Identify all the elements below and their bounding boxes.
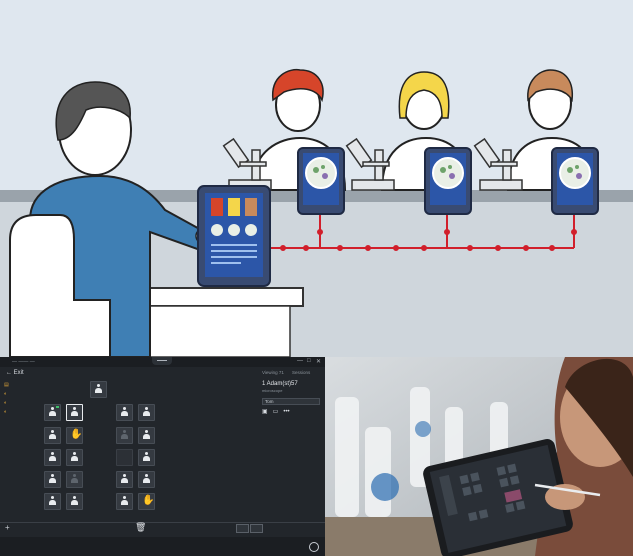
- group-icon[interactable]: ◐: [4, 391, 14, 397]
- person-icon: [49, 496, 56, 506]
- person-icon: [143, 407, 150, 417]
- person-icon: [71, 496, 78, 506]
- person-icon: [71, 407, 78, 417]
- tab-viewing[interactable]: Viewing 71: [262, 370, 284, 375]
- person-icon: [49, 452, 56, 462]
- layout-icon[interactable]: ▤: [4, 382, 14, 388]
- person-icon: [49, 407, 56, 417]
- person-icon: [71, 474, 78, 484]
- student-seat[interactable]: [116, 493, 133, 510]
- drag-handle[interactable]: [152, 357, 172, 365]
- screen-icon[interactable]: ▣: [262, 409, 268, 415]
- student-seat[interactable]: [138, 449, 155, 466]
- maximize-button[interactable]: □: [307, 358, 311, 364]
- student-seat[interactable]: [66, 493, 83, 510]
- student-seat[interactable]: [44, 471, 61, 488]
- student-seat[interactable]: [44, 449, 61, 466]
- tablet-photo: [325, 357, 633, 556]
- student-tablet-1: [297, 147, 345, 215]
- group-icon[interactable]: ◐: [4, 409, 14, 415]
- title-bar: — —— — — □ ✕: [0, 357, 325, 367]
- person-icon: [49, 474, 56, 484]
- person-icon: [121, 496, 128, 506]
- person-icon: [121, 474, 128, 484]
- status-bar: [0, 537, 325, 556]
- classroom-scene: [0, 0, 633, 357]
- student-tablet-3: [551, 147, 599, 215]
- student-tablet-2: [424, 147, 472, 215]
- student-subtitle: microscope: [262, 388, 283, 393]
- settings-circle-button[interactable]: [309, 542, 319, 552]
- student-seat[interactable]: [138, 404, 155, 421]
- student-seat[interactable]: [116, 471, 133, 488]
- student-seat[interactable]: [44, 493, 61, 510]
- tab-sessions[interactable]: Sessions: [292, 370, 310, 375]
- person-icon: [49, 430, 56, 440]
- minimize-button[interactable]: —: [297, 358, 303, 364]
- group-dropdown[interactable]: Tom: [262, 398, 320, 405]
- student-seat[interactable]: [44, 404, 61, 421]
- add-button[interactable]: +: [5, 523, 10, 532]
- status-dot: [56, 406, 59, 408]
- close-button[interactable]: ✕: [316, 358, 321, 365]
- classroom-app-window: — —— — — □ ✕ ← Exit ▤ ◐ ◐ ◐ ✋ ✋ Viewing …: [0, 357, 325, 556]
- person-icon: [121, 407, 128, 417]
- window-title: — —— —: [12, 359, 35, 365]
- student-name: 1 Adam(st)57: [262, 381, 298, 387]
- student-seat-offline[interactable]: [66, 471, 83, 488]
- teacher-seat[interactable]: [90, 381, 107, 398]
- student-seat[interactable]: [138, 427, 155, 444]
- left-toolbar: ▤ ◐ ◐ ◐: [4, 382, 14, 418]
- grid-view-button[interactable]: [236, 524, 249, 533]
- person-icon: [143, 430, 150, 440]
- trash-icon[interactable]: 🗑: [135, 522, 146, 533]
- photo-scene: [325, 357, 633, 556]
- person-icon: [71, 452, 78, 462]
- student-seat-hand-raised[interactable]: ✋: [66, 427, 83, 444]
- exit-button[interactable]: ← Exit: [6, 370, 24, 376]
- person-icon: [143, 452, 150, 462]
- window-icon[interactable]: ▭: [273, 409, 279, 415]
- classroom-illustration: [0, 0, 633, 357]
- person-icon: [95, 384, 102, 394]
- list-view-button[interactable]: [250, 524, 263, 533]
- student-seat-hand-raised[interactable]: ✋: [138, 493, 155, 510]
- student-seat-offline[interactable]: [116, 427, 133, 444]
- raised-hand-icon: ✋: [70, 429, 83, 440]
- person-icon: [143, 474, 150, 484]
- student-seat[interactable]: [138, 471, 155, 488]
- empty-seat[interactable]: [116, 449, 133, 466]
- student-seat[interactable]: [116, 404, 133, 421]
- more-icon[interactable]: •••: [283, 409, 289, 415]
- student-seat[interactable]: [44, 427, 61, 444]
- student-seat[interactable]: [66, 449, 83, 466]
- person-icon: [121, 430, 128, 440]
- divider: [0, 522, 325, 523]
- panel-actions: ▣ ▭ •••: [262, 408, 324, 415]
- student-seat-selected[interactable]: [66, 404, 83, 421]
- raised-hand-icon: ✋: [142, 495, 155, 506]
- panel-tabs: Viewing 71 Sessions: [262, 370, 324, 375]
- group-icon[interactable]: ◐: [4, 400, 14, 406]
- teacher-tablet: [197, 185, 271, 287]
- student-detail-panel: Viewing 71 Sessions 1 Adam(st)57 microsco…: [262, 370, 324, 415]
